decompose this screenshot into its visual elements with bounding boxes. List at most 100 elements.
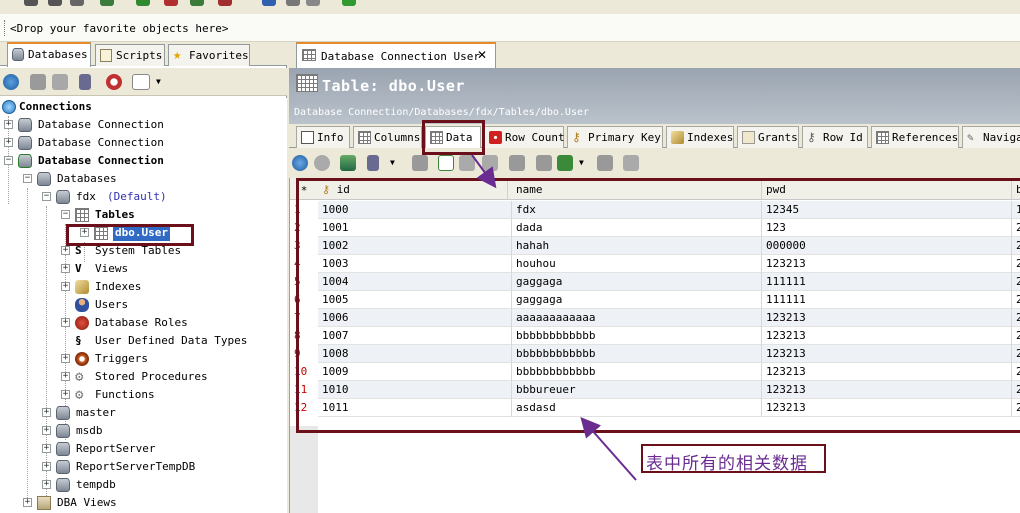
trigger-icon [75,352,89,366]
data-toolbar: ▼ ▼ [289,149,1020,177]
expand-icon[interactable]: + [42,444,51,453]
database-explorer: Databases Scripts ★ Favorites ▼ Connecti… [0,42,287,513]
node-label: master [76,406,116,419]
expand-icon[interactable]: + [61,318,70,327]
node-label: Indexes [95,280,142,293]
toolbar-button[interactable] [190,0,204,6]
tab-columns[interactable]: Columns [353,126,422,148]
copy-icon[interactable] [412,155,428,171]
node-label: DBA Views [57,496,117,509]
node-label: Stored Procedures [95,370,208,383]
explorer-toolbar: ▼ [0,68,287,96]
grants-icon [742,131,755,144]
tab-info[interactable]: Info [296,126,350,148]
tab-label: Scripts [116,49,163,62]
filter-icon[interactable] [536,155,552,171]
index-icon [75,280,89,294]
stop-icon[interactable] [314,155,330,171]
stop-icon[interactable] [106,74,122,90]
node-label: ReportServerTempDB [76,460,196,473]
navigate-icon[interactable] [557,155,573,171]
database-icon [37,172,51,186]
toolbar-button[interactable] [342,0,356,6]
refresh-icon[interactable] [292,155,308,171]
toolbar-button[interactable] [70,0,84,6]
connect-icon[interactable] [3,74,19,90]
close-icon[interactable]: ✕ [477,48,487,62]
table-icon [302,49,316,61]
expand-icon[interactable]: + [42,426,51,435]
tab-scripts[interactable]: Scripts [95,44,165,66]
highlight-box-grid [296,178,1020,433]
tab-row-id[interactable]: ⚷ Row Id [802,126,868,148]
expand-icon[interactable]: + [23,498,32,507]
toolbar-button[interactable] [218,0,232,6]
expand-icon[interactable]: + [61,390,70,399]
tools-icon[interactable] [79,74,91,90]
db-action-icon[interactable] [52,74,68,90]
tab-grants[interactable]: Grants [737,126,799,148]
database-icon [56,190,70,204]
tools-icon[interactable] [367,155,379,171]
navigator-icon: ✎ [967,131,974,144]
pin-icon[interactable] [597,155,613,171]
tab-label: Grants [758,131,798,144]
database-icon [56,442,70,456]
toolbar-button[interactable] [286,0,300,6]
filter-icon[interactable] [132,74,150,90]
expand-icon[interactable]: + [42,462,51,471]
collapse-icon[interactable]: − [42,192,51,201]
favorites-drop-target[interactable]: <Drop your favorite objects here> [10,22,229,35]
undo-icon[interactable] [623,155,639,171]
node-label: Functions [95,388,155,401]
toolbar-button[interactable] [136,0,150,6]
tab-label: Favorites [189,49,249,62]
tab-navigator[interactable]: ✎ Naviga [962,126,1020,148]
expand-icon[interactable]: + [61,354,70,363]
expand-icon[interactable]: + [61,372,70,381]
main-toolbar [0,0,1020,12]
tab-label: Naviga [983,131,1020,144]
tab-favorites[interactable]: ★ Favorites [168,44,250,66]
expand-icon[interactable]: + [61,246,70,255]
db-action-icon[interactable] [30,74,46,90]
collapse-icon[interactable]: − [4,156,13,165]
collapse-icon[interactable]: − [23,174,32,183]
collapse-icon[interactable]: − [61,210,70,219]
delete-row-icon[interactable] [459,155,475,171]
tab-row-count[interactable]: Row Count [484,126,565,148]
node-label: Tables [95,208,135,221]
toolbar-grip[interactable] [4,20,6,36]
highlight-box-dbo-user [66,224,194,246]
node-label: tempdb [76,478,116,491]
expand-icon[interactable]: + [42,480,51,489]
tab-databases[interactable]: Databases [7,42,91,67]
chevron-down-icon[interactable]: ▼ [579,155,589,171]
expand-icon[interactable]: + [61,264,70,273]
expand-icon[interactable]: + [4,138,13,147]
toolbar-button[interactable] [100,0,114,6]
database-tree: Connections + Database Connection + Data… [0,98,287,513]
chevron-down-icon[interactable]: ▼ [390,155,400,171]
toolbar-button[interactable] [48,0,62,6]
toolbar-button[interactable] [164,0,178,6]
index-icon [671,131,684,144]
expand-icon[interactable]: + [42,408,51,417]
tab-database-connection-user[interactable]: Database Connection User ✕ [296,42,496,68]
export-icon[interactable] [340,155,356,171]
chevron-down-icon[interactable]: ▼ [156,74,172,90]
tab-references[interactable]: References [871,126,959,148]
toolbar-button[interactable] [262,0,276,6]
toolbar-button[interactable] [306,0,320,6]
toolbar-button[interactable] [24,0,38,6]
tab-primary-key[interactable]: ⚷ Primary Key [567,126,663,148]
node-label: Database Connection [38,118,164,131]
expand-icon[interactable]: + [4,120,13,129]
add-row-icon[interactable] [438,155,454,171]
tab-indexes[interactable]: Indexes [666,126,734,148]
page-title: Table: dbo.User [322,77,465,95]
view-icon: V [75,262,82,275]
edit-row-icon[interactable] [482,155,498,171]
expand-icon[interactable]: + [61,282,70,291]
commit-icon[interactable] [509,155,525,171]
